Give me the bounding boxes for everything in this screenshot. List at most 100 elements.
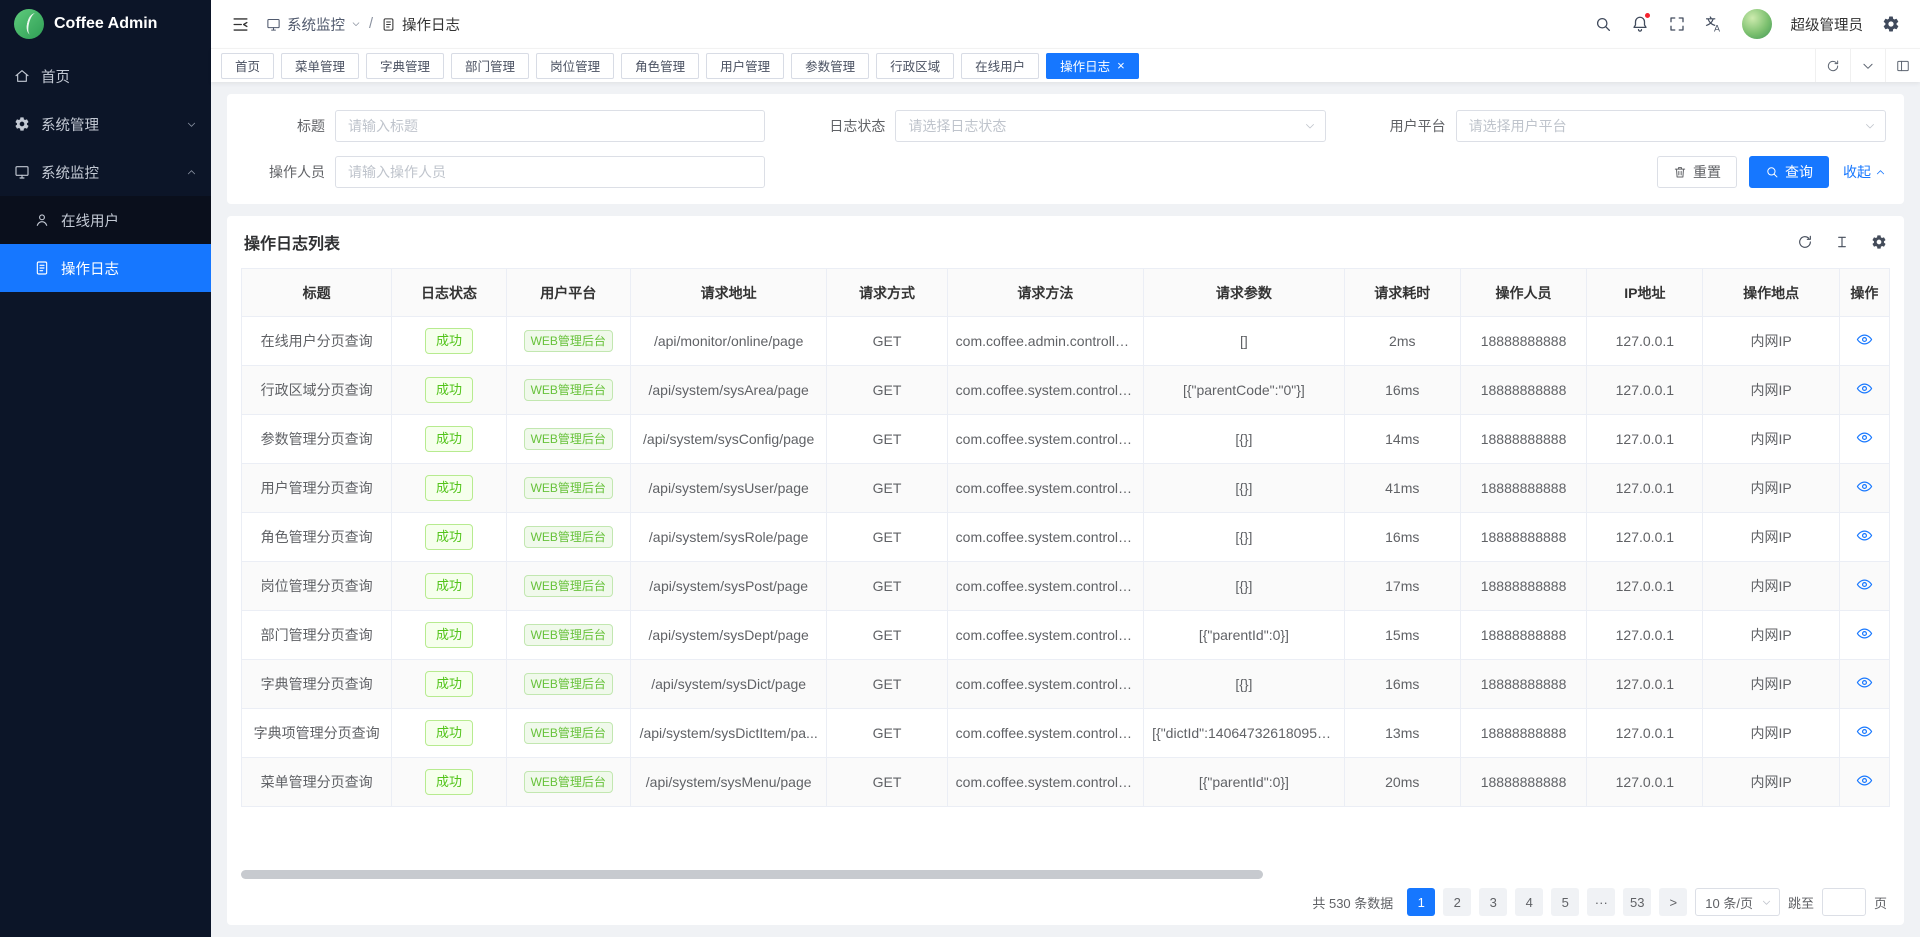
username[interactable]: 超级管理员 [1791,14,1864,35]
pagination-pages: 12345 ··· 53 [1407,888,1651,916]
collapse-link[interactable]: 收起 [1843,162,1886,182]
chevron-down-icon [1864,120,1876,132]
settings-icon[interactable] [1871,234,1887,250]
cell-platform: WEB管理后台 [506,366,630,415]
tab-label: 在线用户 [975,56,1025,75]
pagination: 共 530 条数据 12345···53 > 10 条/页 跳至 页 [227,879,1904,925]
tab-角色管理[interactable]: 角色管理 [621,53,699,79]
tab-行政区域[interactable]: 行政区域 [876,53,954,79]
tab-首页[interactable]: 首页 [221,53,274,79]
cell-platform: WEB管理后台 [506,562,630,611]
title-input[interactable] [348,118,752,134]
breadcrumb-item-operation-log[interactable]: 操作日志 [381,14,460,35]
view-icon[interactable] [1856,527,1873,544]
platform-label: 用户平台 [1366,116,1446,136]
tab-字典管理[interactable]: 字典管理 [366,53,444,79]
chevron-down-icon[interactable] [1850,49,1885,82]
view-icon[interactable] [1856,772,1873,789]
cell-action [1839,611,1889,660]
page-size-select[interactable]: 10 条/页 [1695,888,1780,916]
tab-label: 用户管理 [720,56,770,75]
tab-在线用户[interactable]: 在线用户 [961,53,1039,79]
cell-location: 内网IP [1703,464,1839,513]
tab-label: 菜单管理 [295,56,345,75]
view-icon[interactable] [1856,380,1873,397]
bell-icon[interactable] [1631,15,1649,33]
search-button[interactable]: 查询 [1749,156,1829,188]
refresh-icon[interactable] [1797,234,1813,250]
page-button-5[interactable]: 5 [1551,888,1579,916]
settings-icon[interactable] [1882,15,1900,33]
breadcrumb-item-system-monitor[interactable]: 系统监控 [266,14,361,35]
tab-菜单管理[interactable]: 菜单管理 [281,53,359,79]
cell-location: 内网IP [1703,709,1839,758]
tab-参数管理[interactable]: 参数管理 [791,53,869,79]
scrollbar-thumb[interactable] [241,870,1263,879]
platform-select[interactable]: 请选择用户平台 [1456,110,1886,142]
cell-title: 字典项管理分页查询 [242,709,392,758]
page-button-53[interactable]: 53 [1623,888,1651,916]
view-icon[interactable] [1856,625,1873,642]
tab-close-icon[interactable]: × [1117,59,1125,72]
tab-岗位管理[interactable]: 岗位管理 [536,53,614,79]
column-height-icon[interactable] [1834,234,1850,250]
cell-operator: 18888888888 [1460,366,1586,415]
page-button-3[interactable]: 3 [1479,888,1507,916]
sidebar-item-system-monitor[interactable]: 系统监控 [0,148,211,196]
status-select[interactable]: 请选择日志状态 [895,110,1325,142]
sidebar-submenu: 在线用户 操作日志 [0,196,211,292]
view-icon[interactable] [1856,674,1873,691]
cell-title: 字典管理分页查询 [242,660,392,709]
translate-icon[interactable] [1705,15,1723,33]
table-row: 角色管理分页查询成功WEB管理后台/api/system/sysRole/pag… [242,513,1890,562]
chevron-down-icon [1761,897,1772,908]
cell-method: GET [827,415,947,464]
search-icon[interactable] [1594,15,1612,33]
breadcrumb-separator: / [369,16,373,32]
view-icon[interactable] [1856,429,1873,446]
cell-duration: 16ms [1344,513,1460,562]
cell-url: /api/system/sysArea/page [630,366,826,415]
column-header-请求参数: 请求参数 [1144,269,1344,317]
cell-title: 部门管理分页查询 [242,611,392,660]
log-icon [34,260,50,276]
jump-page-input[interactable] [1822,888,1866,916]
page-button-2[interactable]: 2 [1443,888,1471,916]
status-label: 日志状态 [805,116,885,136]
next-page-button[interactable]: > [1659,888,1687,916]
sidebar-item-system-management[interactable]: 系统管理 [0,100,211,148]
tab-用户管理[interactable]: 用户管理 [706,53,784,79]
column-header-操作人员: 操作人员 [1460,269,1586,317]
cell-duration: 2ms [1344,317,1460,366]
view-icon[interactable] [1856,478,1873,495]
view-icon[interactable] [1856,576,1873,593]
tab-操作日志[interactable]: 操作日志× [1046,53,1139,79]
cell-func: com.coffee.system.controlle... [947,562,1143,611]
sidebar-item-label: 在线用户 [61,210,119,231]
sidebar-item-home[interactable]: 首页 [0,52,211,100]
reset-button[interactable]: 重置 [1657,156,1737,188]
sidebar-item-online-users[interactable]: 在线用户 [0,196,211,244]
page-ellipsis[interactable]: ··· [1587,888,1615,916]
cell-status: 成功 [392,758,506,807]
cell-operator: 18888888888 [1460,317,1586,366]
view-icon[interactable] [1856,723,1873,740]
content: 标题 日志状态 请选择日志状态 用户平台 [211,82,1920,937]
layout-icon[interactable] [1885,49,1920,82]
refresh-icon[interactable] [1815,49,1850,82]
avatar[interactable] [1742,9,1772,39]
tab-部门管理[interactable]: 部门管理 [451,53,529,79]
page-button-1[interactable]: 1 [1407,888,1435,916]
filter-actions: 重置 查询 收起 [805,156,1886,188]
cell-method: GET [827,366,947,415]
sidebar-item-operation-log[interactable]: 操作日志 [0,244,211,292]
fullscreen-icon[interactable] [1668,15,1686,33]
menu-fold-icon[interactable] [231,15,250,34]
operator-input[interactable] [348,164,752,180]
column-header-请求方式: 请求方式 [827,269,947,317]
user-icon [34,212,50,228]
page-button-4[interactable]: 4 [1515,888,1543,916]
cell-location: 内网IP [1703,415,1839,464]
view-icon[interactable] [1856,331,1873,348]
sidebar-item-label: 系统监控 [41,162,99,183]
